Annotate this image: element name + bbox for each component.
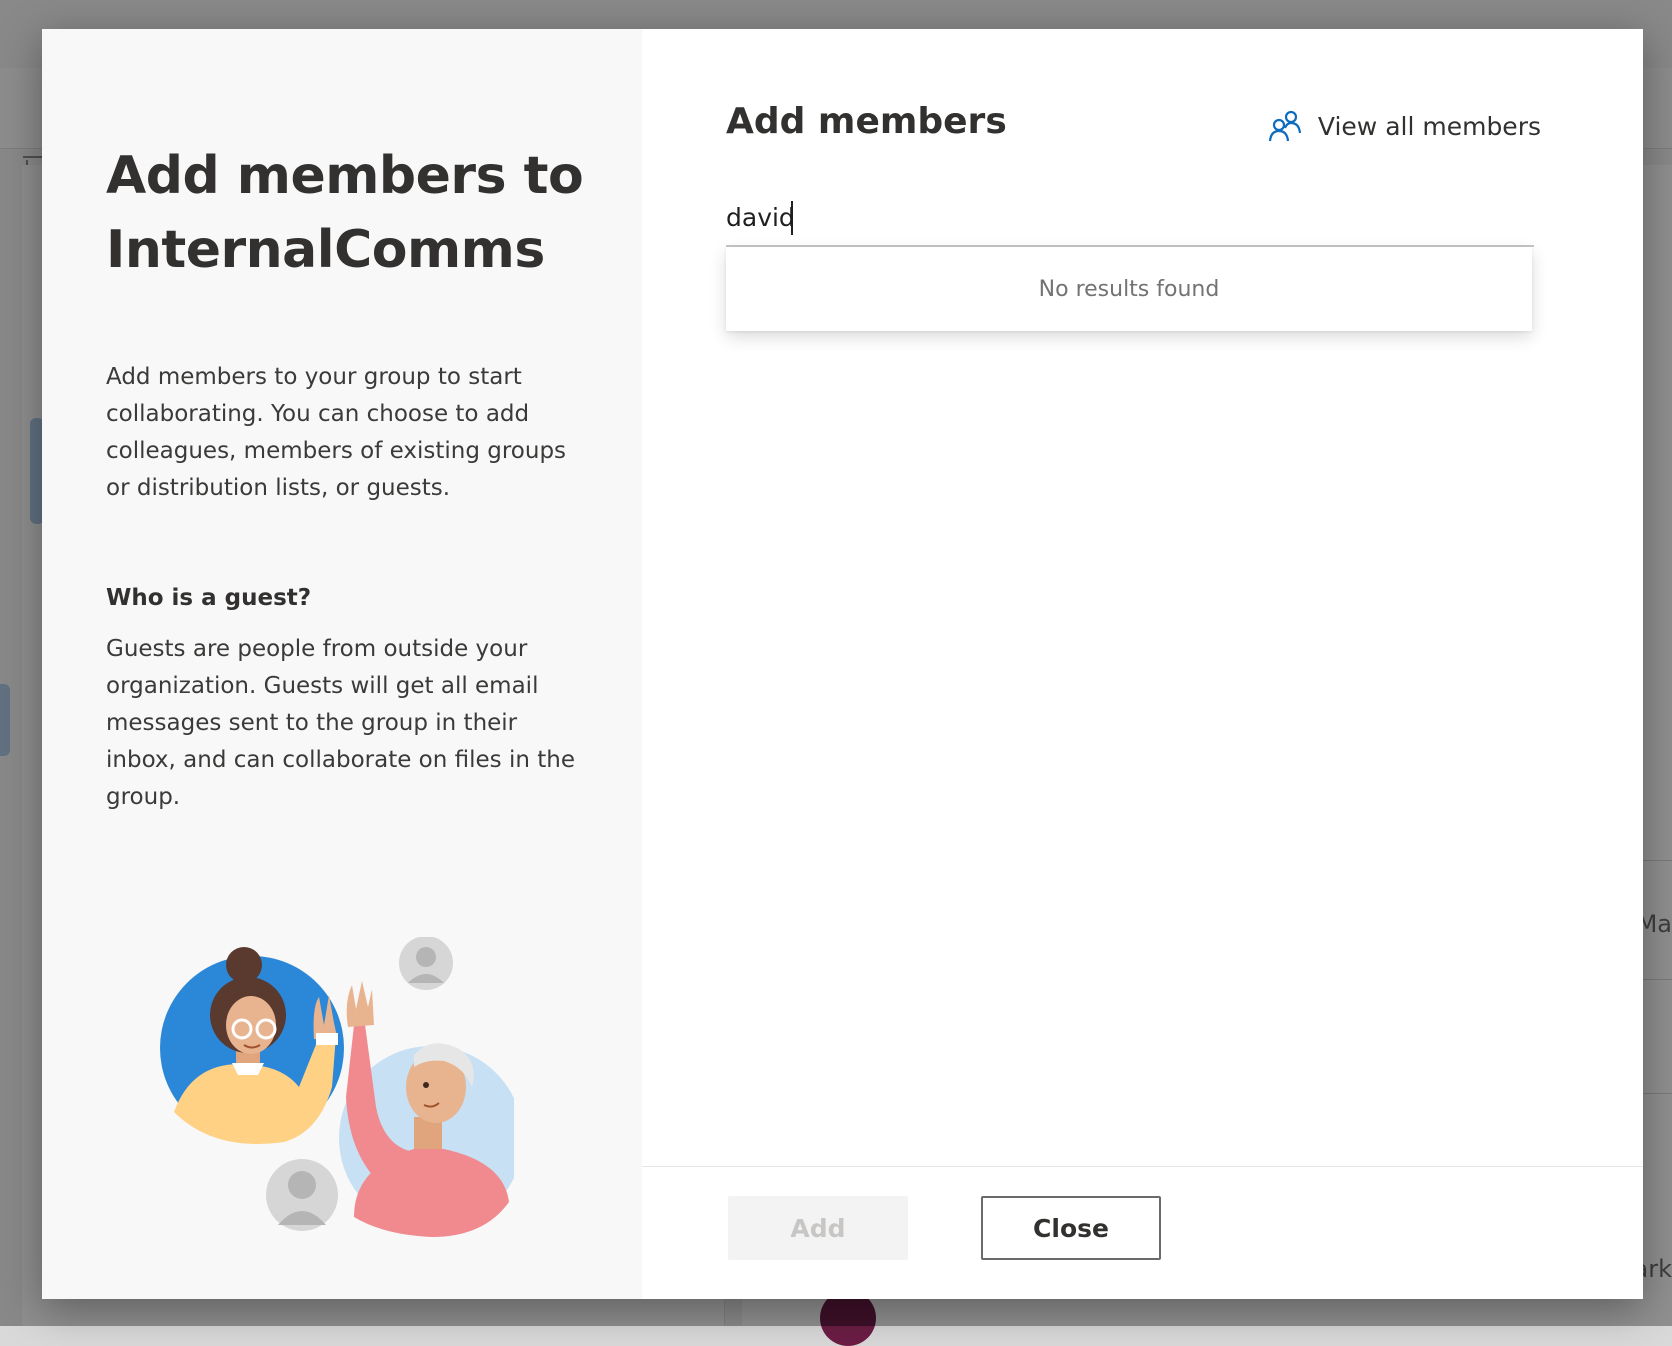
dialog-description: Add members to your group to start colla…	[106, 364, 567, 501]
view-all-members-link[interactable]: View all members	[1268, 109, 1541, 143]
add-button[interactable]: Add	[728, 1196, 908, 1260]
view-all-members-label: View all members	[1317, 111, 1541, 141]
close-button[interactable]: Close	[981, 1196, 1161, 1260]
placeholder-avatar-icon	[266, 1159, 338, 1231]
people-icon	[1268, 110, 1302, 142]
man-avatar-icon	[339, 981, 514, 1237]
dialog-title: Add members to InternalComms	[106, 146, 584, 280]
member-search-input[interactable]	[726, 197, 1534, 237]
add-members-dialog: Add members to InternalComms Add members…	[42, 29, 1643, 1299]
search-results-dropdown: No results found	[726, 247, 1532, 331]
panel-title: Add members	[726, 101, 1007, 142]
add-members-panel: Add members View all members No results …	[642, 29, 1643, 1299]
guest-heading: Who is a guest?	[106, 585, 312, 611]
collaboration-illustration	[160, 937, 514, 1237]
woman-avatar-icon	[160, 947, 344, 1144]
dialog-info-panel: Add members to InternalComms Add members…	[42, 29, 642, 1299]
member-search-field[interactable]	[726, 179, 1534, 247]
footer-divider	[642, 1166, 1643, 1167]
guest-description: Guests are people from outside your orga…	[106, 636, 575, 810]
no-results-message: No results found	[1038, 276, 1220, 302]
placeholder-avatar-icon	[399, 937, 453, 990]
text-caret	[791, 201, 793, 235]
